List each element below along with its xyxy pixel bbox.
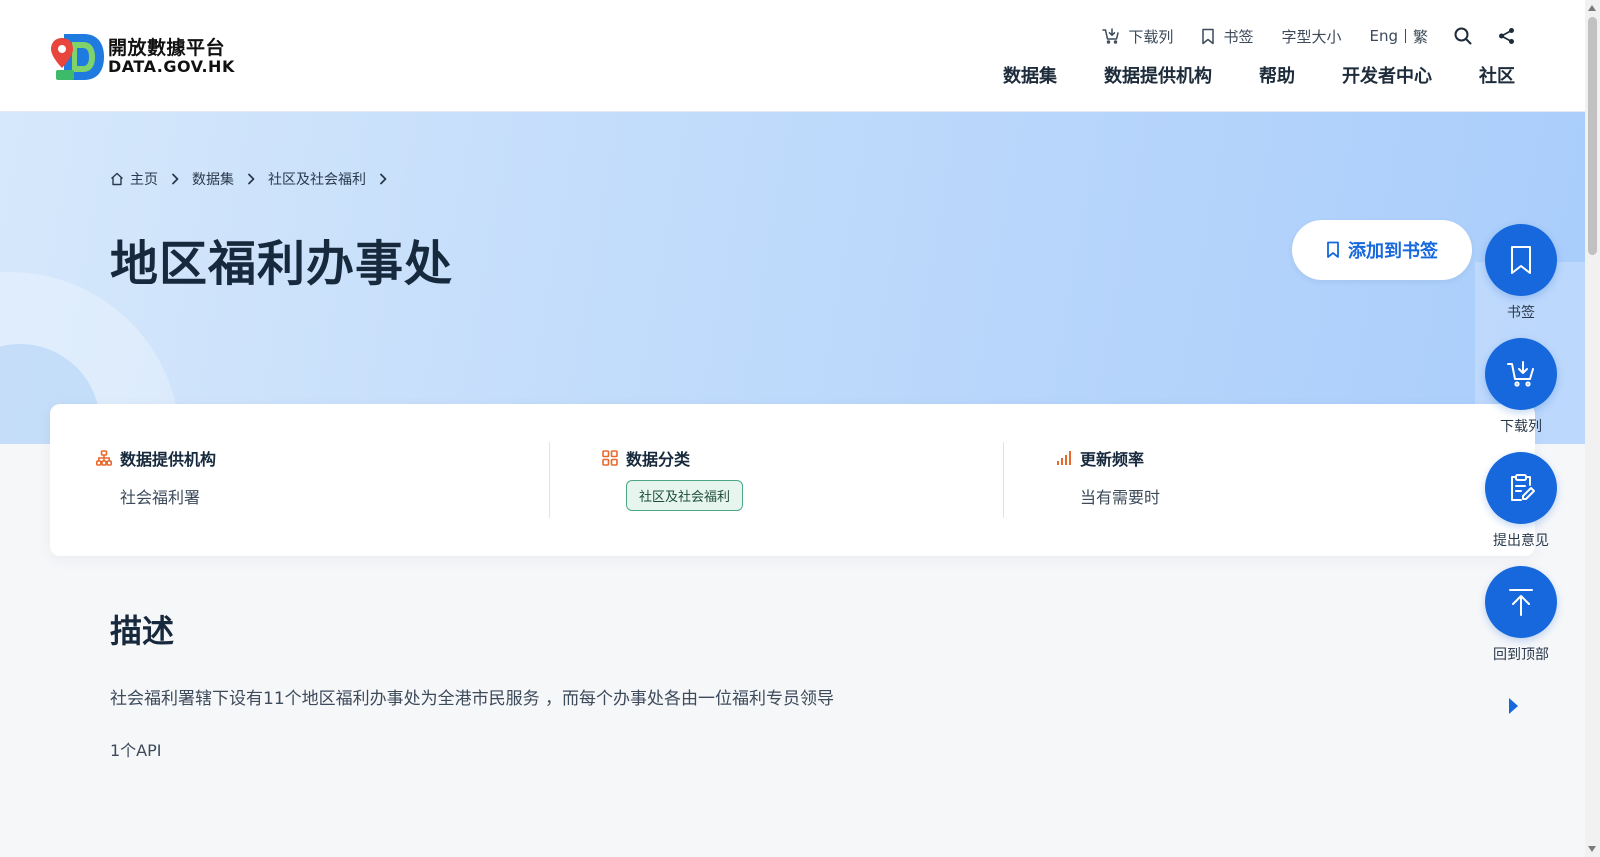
add-bookmark-label: 添加到书签 [1348,241,1438,261]
description-heading: 描述 [110,612,175,650]
grid-icon [602,450,618,466]
breadcrumb-category[interactable]: 社区及社会福利 [268,169,366,189]
site-header: 開放數據平台 DATA.GOV.HK 下载列 书签 字型大小 Eng 繁 数据集… [0,0,1585,112]
download-list-link[interactable]: 下载列 [1102,26,1173,47]
scroll-up-icon[interactable] [1588,5,1596,11]
utility-bar: 下载列 书签 字型大小 Eng 繁 [1074,25,1515,47]
category-tag[interactable]: 社区及社会福利 [626,480,744,511]
page-scrollbar[interactable] [1585,0,1600,857]
nav-datasets[interactable]: 数据集 [1003,62,1057,88]
logo-mark-icon [50,30,106,84]
nav-help[interactable]: 帮助 [1259,62,1295,88]
breadcrumb-datasets[interactable]: 数据集 [192,169,234,189]
nav-developer-center[interactable]: 开发者中心 [1342,62,1432,88]
share-button[interactable] [1498,27,1515,45]
fab-bookmark: 书签 [1485,224,1557,322]
breadcrumb: 主页 数据集 社区及社会福利 [110,169,400,189]
back-to-top-button[interactable] [1485,566,1557,638]
fab-feedback-button[interactable] [1485,452,1557,524]
page-title: 地区福利办事处 [110,236,454,292]
chevron-right-icon [247,173,255,185]
clipboard-edit-icon [1511,474,1535,501]
fab-feedback-label: 提出意见 [1493,533,1549,549]
fab-bookmark-label: 书签 [1507,305,1535,321]
fab-back-to-top: 回到顶部 [1485,566,1557,664]
api-count: 1个API [110,741,162,760]
org-chart-icon [96,450,112,466]
fab-download-list: 下载列 [1485,338,1557,436]
arrow-up-icon [1509,589,1533,616]
fab-download-list-button[interactable] [1485,338,1557,410]
bookmark-icon [1327,241,1339,258]
description-text: 社会福利署辖下设有11个地区福利办事处为全港市民服务 ，而每个办事处各由一位福利… [110,689,835,709]
share-icon [1499,28,1514,44]
site-logo[interactable]: 開放數據平台 DATA.GOV.HK [50,30,234,84]
breadcrumb-home[interactable]: 主页 [110,169,158,189]
info-divider [549,442,550,518]
chevron-right-icon [171,173,179,185]
font-size-link[interactable]: 字型大小 [1281,26,1341,47]
lang-tc-link[interactable]: 繁 [1413,26,1428,47]
dataset-info-card: 数据提供机构 社会福利署 数据分类 社区及社会福利 更新频率 当有需要时 [50,404,1535,556]
main-nav: 数据集 数据提供机构 帮助 开发者中心 社区 [956,62,1515,88]
language-switch: Eng 繁 [1369,26,1428,47]
info-frequency: 更新频率 当有需要时 [1056,446,1160,508]
fab-bookmark-button[interactable] [1485,224,1557,296]
chevron-right-icon [379,173,387,185]
bookmark-icon [1511,246,1531,274]
download-list-label: 下载列 [1128,27,1174,46]
nav-data-providers[interactable]: 数据提供机构 [1104,62,1212,88]
logo-name-en: DATA.GOV.HK [108,56,235,76]
breadcrumb-home-label: 主页 [130,172,158,188]
scroll-thumb[interactable] [1588,17,1597,255]
frequency-value: 当有需要时 [1080,488,1161,507]
cart-download-icon [1507,361,1534,387]
nav-community[interactable]: 社区 [1479,62,1515,88]
fab-feedback: 提出意见 [1485,452,1557,550]
bookmark-icon [1202,28,1215,44]
cart-download-icon [1102,28,1120,44]
expand-caret-icon[interactable] [1508,698,1518,718]
frequency-label: 更新频率 [1080,450,1145,469]
font-size-label: 字型大小 [1281,27,1342,46]
add-bookmark-button[interactable]: 添加到书签 [1292,220,1472,280]
home-icon [111,172,123,186]
lang-en-link[interactable]: Eng [1369,27,1398,45]
info-divider [1003,442,1004,518]
logo-name-cn: 開放數據平台 [108,36,226,59]
info-category: 数据分类 社区及社会福利 [602,446,744,511]
fab-download-list-label: 下载列 [1500,419,1542,435]
provider-label: 数据提供机构 [120,450,217,469]
category-label: 数据分类 [626,450,691,469]
info-provider: 数据提供机构 社会福利署 [96,446,216,508]
search-button[interactable] [1454,27,1472,45]
signal-bars-icon [1057,451,1071,465]
fab-back-to-top-label: 回到顶部 [1493,647,1549,663]
lang-divider [1404,29,1406,43]
bookmarks-link[interactable]: 书签 [1201,26,1253,47]
scroll-down-icon[interactable] [1588,846,1596,852]
search-icon [1454,27,1472,45]
bookmarks-label: 书签 [1223,27,1254,46]
provider-value: 社会福利署 [120,488,201,507]
